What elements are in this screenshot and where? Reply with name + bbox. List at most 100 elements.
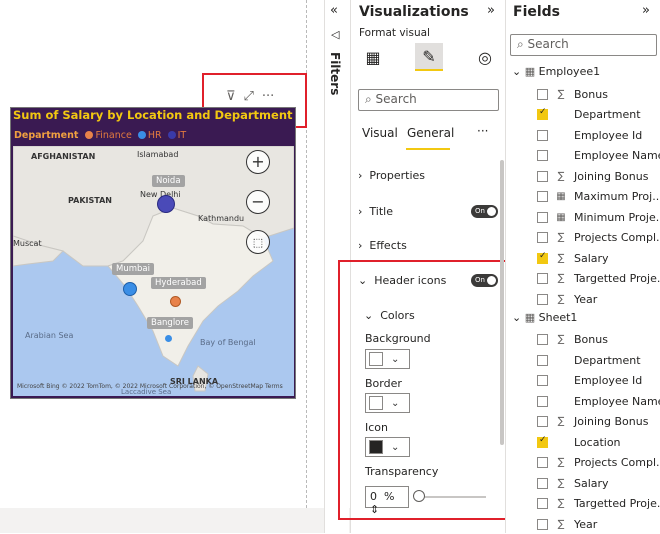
viz-scrollbar[interactable] — [500, 160, 504, 445]
field-checkbox[interactable] — [537, 498, 548, 509]
field-checkbox[interactable] — [537, 395, 548, 407]
collapse-right-icon[interactable]: » — [642, 3, 650, 18]
calculator-icon: ▦ — [556, 211, 566, 223]
legend: Department Finance HR IT — [14, 130, 189, 141]
collapse-right-icon[interactable]: » — [487, 3, 495, 18]
field-row[interactable]: Employee Name — [537, 146, 660, 166]
field-row[interactable]: ∑ Targetted Proje... — [537, 494, 660, 514]
header-icons-toggle[interactable]: On — [471, 274, 498, 287]
table-sheet1[interactable]: ⌄ ▦ Sheet1 — [512, 311, 577, 324]
field-row[interactable]: Employee Id — [537, 371, 642, 391]
background-color-picker[interactable]: ⌄ — [365, 349, 410, 369]
field-checkbox[interactable] — [537, 232, 548, 243]
map-attribution: Microsoft Bing © 2022 TomTom, © 2022 Mic… — [17, 383, 283, 390]
field-checkbox[interactable] — [537, 477, 548, 489]
bubble-hyderabad[interactable] — [170, 296, 181, 307]
search-icon: ⌕ — [365, 92, 376, 106]
bubble-noida[interactable] — [157, 195, 175, 213]
field-row[interactable]: Employee Id — [537, 125, 642, 145]
field-row[interactable]: ∑ Joining Bonus — [537, 166, 648, 186]
fields-search-input[interactable]: ⌕ Search — [510, 34, 657, 56]
field-row[interactable]: ∑ Bonus — [537, 330, 608, 350]
bubble-banglore[interactable] — [165, 335, 172, 342]
field-row[interactable]: Location — [537, 432, 621, 452]
field-checkbox[interactable] — [537, 251, 548, 264]
field-checkbox[interactable] — [537, 88, 548, 100]
field-checkbox[interactable] — [537, 416, 548, 427]
field-checkbox[interactable] — [537, 129, 548, 141]
analytics-icon[interactable]: ◎ — [471, 43, 499, 71]
field-row[interactable]: ∑ Projects Compl... — [537, 453, 660, 473]
icon-color-picker[interactable]: ⌄ — [365, 437, 410, 457]
transparency-slider[interactable] — [416, 496, 486, 498]
field-name: Projects Compl... — [574, 456, 660, 469]
field-row[interactable]: ∑ Year — [537, 514, 597, 534]
subsection-colors[interactable]: ⌄ Colors — [364, 309, 415, 322]
legend-item-finance[interactable]: Finance — [85, 130, 132, 141]
section-title[interactable]: › Title — [358, 205, 393, 218]
table-employee1[interactable]: ⌄ ▦ Employee1 — [512, 65, 600, 78]
field-checkbox[interactable] — [537, 435, 548, 448]
border-color-picker[interactable]: ⌄ — [365, 393, 410, 413]
field-checkbox[interactable] — [537, 293, 548, 305]
filters-label[interactable]: Filters — [328, 52, 342, 95]
map-label-pakistan: PAKISTAN — [68, 196, 112, 205]
sum-icon: ∑ — [557, 170, 565, 182]
legend-item-it[interactable]: IT — [167, 130, 186, 141]
field-checkbox[interactable] — [537, 170, 548, 182]
tab-general[interactable]: General — [407, 126, 454, 140]
city-tag-banglore: Banglore — [147, 317, 193, 329]
zoom-out-button[interactable]: − — [246, 190, 270, 214]
color-swatch — [369, 440, 383, 454]
field-row[interactable]: ∑ Salary — [537, 248, 609, 268]
field-row[interactable]: ▦ Minimum Proje... — [537, 207, 660, 227]
tab-visual[interactable]: Visual — [362, 126, 398, 140]
more-options-icon[interactable]: ··· — [477, 124, 488, 138]
viz-search-input[interactable]: ⌕ Search — [358, 89, 499, 111]
field-checkbox[interactable] — [537, 457, 548, 468]
field-checkbox[interactable] — [537, 191, 548, 202]
section-label: Effects — [369, 239, 407, 252]
section-properties[interactable]: › Properties — [358, 169, 425, 182]
field-row[interactable]: ∑ Bonus — [537, 84, 608, 104]
zoom-in-button[interactable]: + — [246, 150, 270, 174]
field-row[interactable]: Department — [537, 105, 641, 125]
field-row[interactable]: ∑ Salary — [537, 473, 609, 493]
field-checkbox[interactable] — [537, 107, 548, 120]
field-row[interactable]: ∑ Targetted Proje... — [537, 269, 660, 289]
title-toggle[interactable]: On — [471, 205, 498, 218]
chevron-right-icon: › — [358, 239, 363, 252]
color-swatch — [369, 396, 383, 410]
field-checkbox[interactable] — [537, 354, 548, 366]
map-area[interactable]: AFGHANISTAN Islamabad PAKISTAN New Delhi… — [13, 146, 294, 396]
section-effects[interactable]: › Effects — [358, 239, 407, 252]
field-row[interactable]: Department — [537, 350, 641, 370]
transparency-input[interactable]: 0 % ⇕ — [365, 486, 409, 516]
build-visual-icon[interactable]: ▦ — [359, 43, 387, 71]
spinner-icon[interactable]: ⇕ — [370, 503, 379, 516]
field-name: Salary — [574, 476, 609, 490]
field-name: Location — [574, 435, 621, 449]
section-header-icons[interactable]: ⌄ Header icons — [358, 274, 446, 287]
field-row[interactable]: ∑ Projects Compl... — [537, 228, 660, 248]
format-brush-icon[interactable]: ✎ — [415, 43, 443, 71]
chevron-down-icon: ⌄ — [364, 309, 374, 322]
format-visual-label: Format visual — [359, 27, 430, 39]
field-row[interactable]: ∑ Joining Bonus — [537, 412, 648, 432]
field-row[interactable]: Employee Name — [537, 391, 660, 411]
chevron-down-icon: ⌄ — [391, 441, 400, 453]
field-checkbox[interactable] — [537, 334, 548, 345]
select-area-button[interactable]: ⬚ — [246, 230, 270, 254]
field-checkbox[interactable] — [537, 150, 548, 161]
field-checkbox[interactable] — [537, 211, 548, 223]
field-checkbox[interactable] — [537, 518, 548, 530]
section-label: Properties — [369, 169, 425, 182]
collapse-left-icon[interactable]: « — [330, 3, 338, 18]
field-row[interactable]: ∑ Year — [537, 289, 597, 309]
slider-thumb[interactable] — [413, 490, 425, 502]
bubble-mumbai[interactable] — [123, 282, 137, 296]
legend-item-hr[interactable]: HR — [137, 130, 162, 141]
field-row[interactable]: ▦ Maximum Proj... — [537, 187, 660, 207]
field-checkbox[interactable] — [537, 273, 548, 284]
field-checkbox[interactable] — [537, 375, 548, 386]
